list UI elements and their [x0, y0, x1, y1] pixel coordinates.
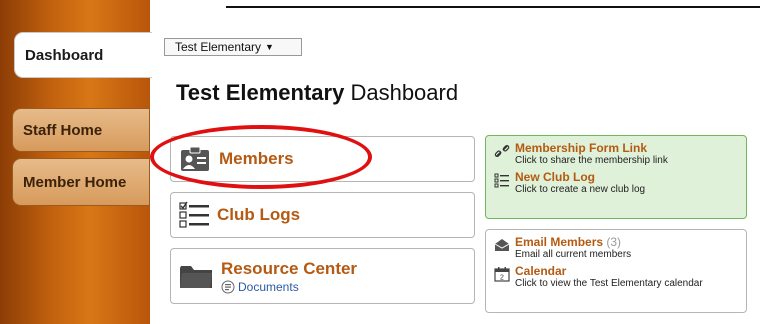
- club-logs-card[interactable]: Club Logs: [170, 192, 475, 238]
- calendar-desc: Click to view the Test Elementary calend…: [515, 278, 703, 289]
- calendar-title: Calendar: [515, 264, 567, 278]
- club-logs-label: Club Logs: [217, 205, 301, 224]
- email-members-label: Email Members: [515, 235, 604, 249]
- members-card[interactable]: Members: [170, 136, 475, 182]
- top-divider: [226, 6, 760, 8]
- sidebar: Dashboard Staff Home Member Home: [0, 0, 152, 324]
- membership-link-title: Membership Form Link: [515, 141, 648, 155]
- sidebar-tab-label: Member Home: [23, 173, 127, 191]
- membership-link-row[interactable]: Membership Form Link Click to share the …: [494, 142, 738, 167]
- page-title: Test Elementary Dashboard: [176, 80, 458, 106]
- dashboard-page: Dashboard Staff Home Member Home Test El…: [0, 0, 760, 324]
- calendar-icon: 2: [494, 266, 510, 282]
- sidebar-tab-label: Dashboard: [25, 46, 104, 64]
- email-members-count: (3): [606, 235, 622, 249]
- document-icon: [221, 280, 235, 294]
- folder-icon: [179, 262, 213, 290]
- calendar-row[interactable]: 2 Calendar Click to view the Test Elemen…: [494, 265, 738, 290]
- sidebar-tab-member-home[interactable]: Member Home: [12, 158, 150, 206]
- email-members-desc: Email all current members: [515, 249, 632, 260]
- page-title-suffix: Dashboard: [344, 80, 459, 105]
- sidebar-tab-label: Staff Home: [23, 121, 103, 139]
- resource-center-card[interactable]: Resource Center Documents: [170, 248, 475, 304]
- sidebar-tab-dashboard[interactable]: Dashboard: [14, 32, 152, 78]
- new-club-log-title: New Club Log: [515, 170, 595, 184]
- envelope-icon: [494, 237, 510, 253]
- sidebar-tab-staff-home[interactable]: Staff Home: [12, 108, 150, 152]
- email-members-text: Email Members (3) Email all current memb…: [515, 236, 631, 261]
- members-icon: [179, 146, 211, 172]
- resource-center-text: Resource Center Documents: [221, 259, 357, 294]
- communication-panel: Email Members (3) Email all current memb…: [485, 229, 747, 313]
- members-label: Members: [219, 149, 294, 168]
- documents-link[interactable]: Documents: [221, 280, 357, 294]
- page-title-school: Test Elementary: [176, 80, 345, 105]
- new-club-log-text: New Club Log Click to create a new club …: [515, 171, 645, 196]
- link-icon: [494, 143, 510, 159]
- new-club-log-desc: Click to create a new club log: [515, 184, 646, 195]
- membership-link-desc: Click to share the membership link: [515, 155, 668, 166]
- membership-link-text: Membership Form Link Click to share the …: [515, 142, 668, 167]
- school-select[interactable]: Test Elementary ▼: [164, 38, 302, 56]
- resource-center-label: Resource Center: [221, 258, 358, 278]
- documents-label: Documents: [238, 279, 299, 294]
- school-select-value: Test Elementary: [175, 40, 262, 54]
- list-icon: [494, 172, 510, 188]
- new-club-log-row[interactable]: New Club Log Click to create a new club …: [494, 171, 738, 196]
- email-members-row[interactable]: Email Members (3) Email all current memb…: [494, 236, 738, 261]
- checklist-icon: [179, 201, 211, 229]
- calendar-text: Calendar Click to view the Test Elementa…: [515, 265, 703, 290]
- email-members-title: Email Members (3): [515, 236, 631, 249]
- caret-down-icon: ▼: [265, 42, 274, 52]
- quick-links-panel: Membership Form Link Click to share the …: [485, 135, 747, 219]
- svg-text:2: 2: [500, 275, 504, 282]
